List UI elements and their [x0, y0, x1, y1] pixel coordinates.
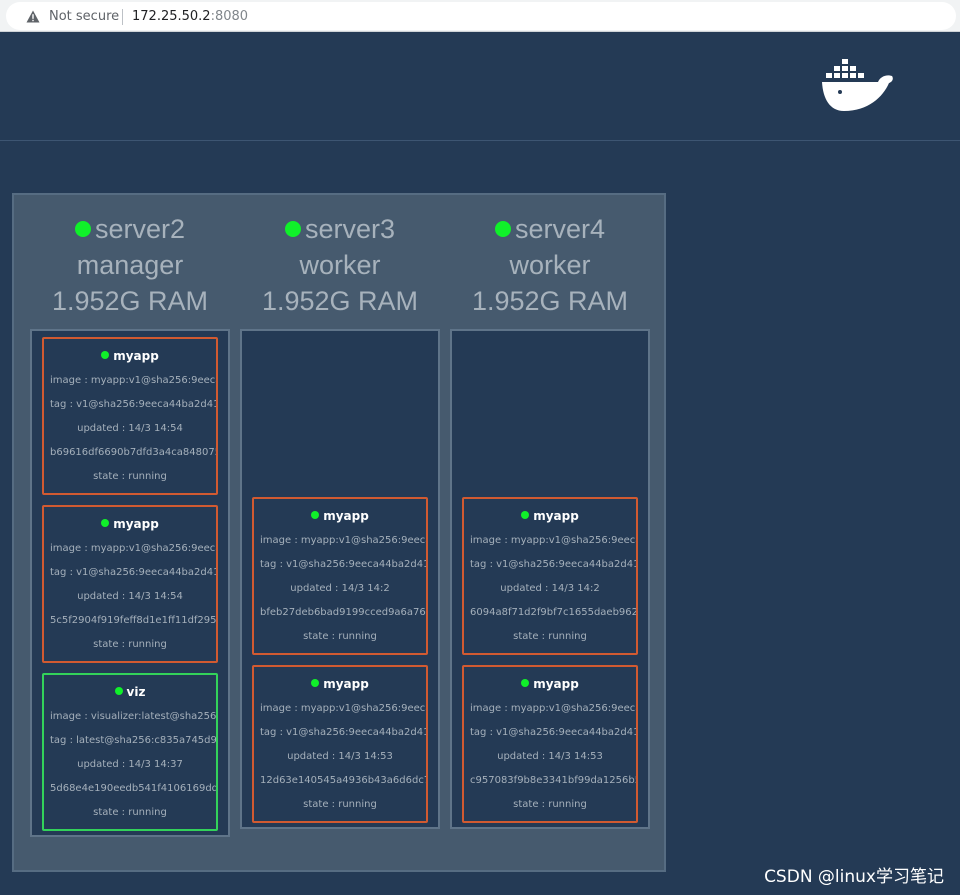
- visualizer-header: [0, 33, 960, 141]
- task-tag: tag : v1@sha256:9eeca44ba2d410e5: [470, 559, 636, 570]
- task-image: image : myapp:v1@sha256:9eeca44b: [470, 703, 636, 714]
- task-updated: updated : 14/3 14:53: [497, 751, 603, 762]
- task-card[interactable]: viz image : visualizer:latest@sha256:c83…: [42, 673, 218, 831]
- task-id: 12d63e140545a4936b43a6d6dc7772: [260, 775, 426, 786]
- task-image: image : myapp:v1@sha256:9eeca44b: [260, 703, 426, 714]
- node-ram: 1.952G RAM: [471, 286, 629, 316]
- node-name: server2: [94, 214, 186, 244]
- address-separator: [122, 9, 123, 25]
- node-ram: 1.952G RAM: [51, 286, 209, 316]
- task-state: state : running: [93, 471, 167, 482]
- task-status-icon: [521, 511, 530, 519]
- task-id: 6094a8f71d2f9bf7c1655daeb962e7b: [470, 607, 638, 618]
- node-role: worker: [299, 250, 381, 280]
- node-role: manager: [76, 250, 184, 280]
- task-id: 5d68e4e190eedb541f4106169dd3f2: [50, 783, 218, 794]
- task-tag: tag : v1@sha256:9eeca44ba2d410e5: [260, 559, 426, 570]
- task-card[interactable]: myapp image : myapp:v1@sha256:9eeca44b t…: [252, 665, 428, 823]
- browser-address-bar: Not secure 172.25.50.2:8080: [0, 0, 960, 32]
- task-updated: updated : 14/3 14:2: [290, 583, 390, 594]
- task-name: myapp: [113, 517, 159, 531]
- task-image: image : myapp:v1@sha256:9eeca44b: [50, 375, 216, 386]
- task-status-icon: [101, 351, 110, 359]
- task-state: state : running: [93, 807, 167, 818]
- task-name: myapp: [113, 349, 159, 363]
- task-id: 5c5f2904f919feff8d1e1ff11df295841: [50, 615, 218, 626]
- task-image: image : myapp:v1@sha256:9eeca44b: [260, 535, 426, 546]
- docker-whale-icon: [822, 59, 893, 111]
- swarm-cluster: server2 manager 1.952G RAM myapp image :…: [12, 193, 666, 872]
- omnibox[interactable]: Not secure 172.25.50.2:8080: [6, 2, 956, 30]
- node-name: server4: [514, 214, 606, 244]
- node-status-icon: [284, 221, 301, 237]
- task-updated: updated : 14/3 14:54: [77, 591, 183, 602]
- node-name: server3: [304, 214, 396, 244]
- task-updated: updated : 14/3 14:37: [77, 759, 183, 770]
- task-card[interactable]: myapp image : myapp:v1@sha256:9eeca44b t…: [252, 497, 428, 655]
- task-card[interactable]: myapp image : myapp:v1@sha256:9eeca44b t…: [462, 497, 638, 655]
- url-port: :8080: [210, 9, 249, 24]
- task-image: image : myapp:v1@sha256:9eeca44b: [470, 535, 636, 546]
- task-name: myapp: [533, 677, 579, 691]
- task-image: image : visualizer:latest@sha256:c83: [50, 711, 217, 722]
- node-status-icon: [494, 221, 511, 237]
- task-id: bfeb27deb6bad9199cced9a6a7647d: [260, 607, 428, 618]
- watermark-text: CSDN @linux学习笔记: [764, 867, 944, 887]
- task-state: state : running: [303, 631, 377, 642]
- task-status-icon: [521, 679, 530, 687]
- node-header: server2 manager 1.952G RAM: [20, 211, 240, 319]
- task-card[interactable]: myapp image : myapp:v1@sha256:9eeca44b t…: [42, 337, 218, 495]
- task-updated: updated : 14/3 14:54: [77, 423, 183, 434]
- task-name: myapp: [323, 509, 369, 523]
- security-status-label[interactable]: Not secure: [49, 9, 119, 25]
- node-task-container: myapp image : myapp:v1@sha256:9eeca44b t…: [240, 329, 440, 829]
- task-name: viz: [126, 685, 146, 699]
- task-state: state : running: [513, 799, 587, 810]
- url-text[interactable]: 172.25.50.2:8080: [132, 9, 248, 25]
- task-card[interactable]: myapp image : myapp:v1@sha256:9eeca44b t…: [42, 505, 218, 663]
- task-state: state : running: [93, 639, 167, 650]
- task-updated: updated : 14/3 14:53: [287, 751, 393, 762]
- task-name: myapp: [323, 677, 369, 691]
- url-host: 172.25.50.2: [132, 9, 211, 24]
- node-status-icon: [74, 221, 91, 237]
- node-task-container: myapp image : myapp:v1@sha256:9eeca44b t…: [30, 329, 230, 837]
- node-task-container: myapp image : myapp:v1@sha256:9eeca44b t…: [450, 329, 650, 829]
- node-role: worker: [509, 250, 591, 280]
- warning-icon[interactable]: [26, 10, 40, 23]
- task-card[interactable]: myapp image : myapp:v1@sha256:9eeca44b t…: [462, 665, 638, 823]
- node-ram: 1.952G RAM: [261, 286, 419, 316]
- task-state: state : running: [513, 631, 587, 642]
- task-tag: tag : latest@sha256:c835a745d99ce7: [50, 735, 217, 746]
- task-tag: tag : v1@sha256:9eeca44ba2d410e5: [470, 727, 636, 738]
- task-image: image : myapp:v1@sha256:9eeca44b: [50, 543, 216, 554]
- task-state: state : running: [303, 799, 377, 810]
- task-tag: tag : v1@sha256:9eeca44ba2d410e5: [50, 399, 216, 410]
- task-status-icon: [114, 687, 123, 695]
- node-header: server3 worker 1.952G RAM: [230, 211, 450, 319]
- node-header: server4 worker 1.952G RAM: [440, 211, 660, 319]
- task-id: c957083f9b8e3341bf99da1256b547f: [470, 775, 636, 786]
- task-id: b69616df6690b7dfd3a4ca84807571f: [50, 447, 216, 458]
- task-status-icon: [311, 511, 320, 519]
- task-updated: updated : 14/3 14:2: [500, 583, 600, 594]
- task-tag: tag : v1@sha256:9eeca44ba2d410e5: [260, 727, 426, 738]
- task-status-icon: [311, 679, 320, 687]
- task-tag: tag : v1@sha256:9eeca44ba2d410e5: [50, 567, 216, 578]
- task-name: myapp: [533, 509, 579, 523]
- task-status-icon: [101, 519, 110, 527]
